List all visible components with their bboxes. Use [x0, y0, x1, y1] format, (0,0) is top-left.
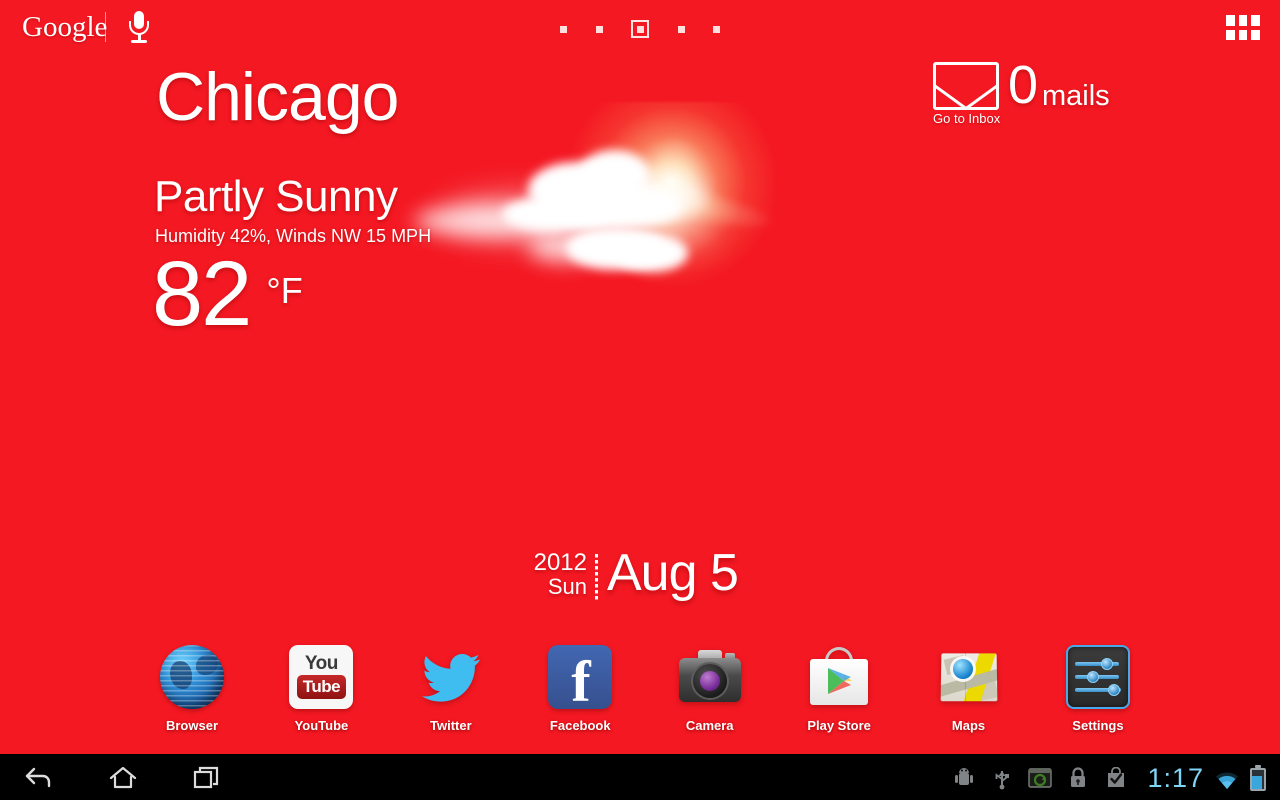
- date-widget[interactable]: 2012 Sun Aug 5: [525, 544, 755, 608]
- back-arrow-icon[interactable]: [18, 761, 60, 795]
- sun-behind-cloud-icon: [402, 83, 828, 342]
- app-label: Play Store: [807, 718, 871, 733]
- youtube-you-text: You: [304, 652, 338, 674]
- mail-label: mails: [1042, 80, 1110, 112]
- app-label: Twitter: [430, 718, 472, 733]
- settings-sliders-icon: [1065, 645, 1130, 709]
- app-shortcut-youtube[interactable]: You Tube YouTube: [269, 645, 373, 745]
- mail-widget[interactable]: 0 mails Go to Inbox: [930, 55, 1190, 133]
- app-label: Facebook: [549, 718, 611, 733]
- envelope-icon: [933, 62, 999, 110]
- weather-unit: °F: [266, 270, 303, 311]
- camera-icon: [678, 645, 742, 709]
- page-dot-3-active[interactable]: [631, 20, 649, 38]
- page-dot-2[interactable]: [595, 25, 603, 33]
- home-icon[interactable]: [102, 761, 144, 795]
- date-weekday: Sun: [547, 574, 587, 600]
- app-shortcut-facebook[interactable]: f Facebook: [528, 645, 632, 745]
- app-shortcut-camera[interactable]: Camera: [658, 645, 762, 745]
- app-label: YouTube: [294, 718, 349, 733]
- app-label: Settings: [1072, 718, 1124, 733]
- search-divider: [105, 12, 106, 42]
- wifi-icon: [1212, 765, 1242, 791]
- page-indicator: [560, 20, 720, 38]
- app-label: Browser: [165, 718, 219, 733]
- youtube-icon: You Tube: [289, 645, 354, 709]
- check-bag-icon: [1097, 761, 1135, 795]
- date-year: 2012: [533, 549, 587, 576]
- weather-temperature: 82: [152, 243, 252, 345]
- navigation-buttons: [18, 754, 228, 800]
- date-divider: [595, 554, 598, 602]
- lock-icon: [1059, 761, 1097, 795]
- weather-city: Chicago: [156, 59, 399, 135]
- page-dot-5[interactable]: [713, 25, 720, 33]
- app-shortcut-twitter[interactable]: Twitter: [399, 645, 503, 745]
- system-navigation-bar: 1:17: [0, 752, 1280, 800]
- mail-count: 0: [1008, 55, 1039, 115]
- weather-temperature-row: 82 °F: [152, 248, 303, 340]
- facebook-glyph: f: [571, 649, 591, 710]
- recent-apps-icon[interactable]: [186, 761, 228, 795]
- home-screen: Google Chicago Partly Sunny Humidity 42%…: [0, 0, 1280, 800]
- weather-condition: Partly Sunny: [154, 172, 398, 221]
- status-clock: 1:17: [1147, 762, 1204, 793]
- battery-icon: [1250, 765, 1266, 791]
- app-shortcut-settings[interactable]: Settings: [1046, 645, 1150, 745]
- go-to-inbox-link[interactable]: Go to Inbox: [933, 111, 1000, 126]
- microphone-icon[interactable]: [127, 11, 151, 45]
- app-label: Maps: [951, 718, 986, 733]
- top-search-bar: Google: [0, 0, 1280, 56]
- app-label: Camera: [685, 718, 734, 733]
- browser-globe-icon: [160, 645, 224, 709]
- screenshot-sync-icon: [1021, 761, 1059, 795]
- app-shortcut-browser[interactable]: Browser: [140, 645, 244, 745]
- date-year-day: 2012 Sun: [525, 550, 587, 599]
- weather-widget[interactable]: Chicago Partly Sunny Humidity 42%, Winds…: [152, 52, 828, 352]
- android-debug-icon: [945, 761, 983, 795]
- facebook-icon: f: [548, 645, 613, 710]
- maps-icon: [937, 645, 1001, 709]
- play-store-icon: [807, 645, 871, 709]
- app-shortcut-maps[interactable]: Maps: [917, 645, 1021, 745]
- date-month-day: Aug 5: [607, 544, 739, 602]
- google-logo[interactable]: Google: [22, 11, 107, 44]
- status-tray[interactable]: 1:17: [945, 754, 1270, 800]
- apps-grid-icon[interactable]: [1226, 15, 1260, 40]
- page-dot-4[interactable]: [677, 25, 685, 33]
- app-shortcut-play-store[interactable]: Play Store: [787, 645, 891, 745]
- page-dot-1[interactable]: [560, 25, 567, 33]
- twitter-bird-icon: [419, 645, 483, 709]
- app-shortcuts-row: Browser You Tube YouTube Twitter f Faceb…: [140, 645, 1150, 745]
- usb-icon: [983, 761, 1021, 795]
- youtube-tube-text: Tube: [296, 675, 347, 700]
